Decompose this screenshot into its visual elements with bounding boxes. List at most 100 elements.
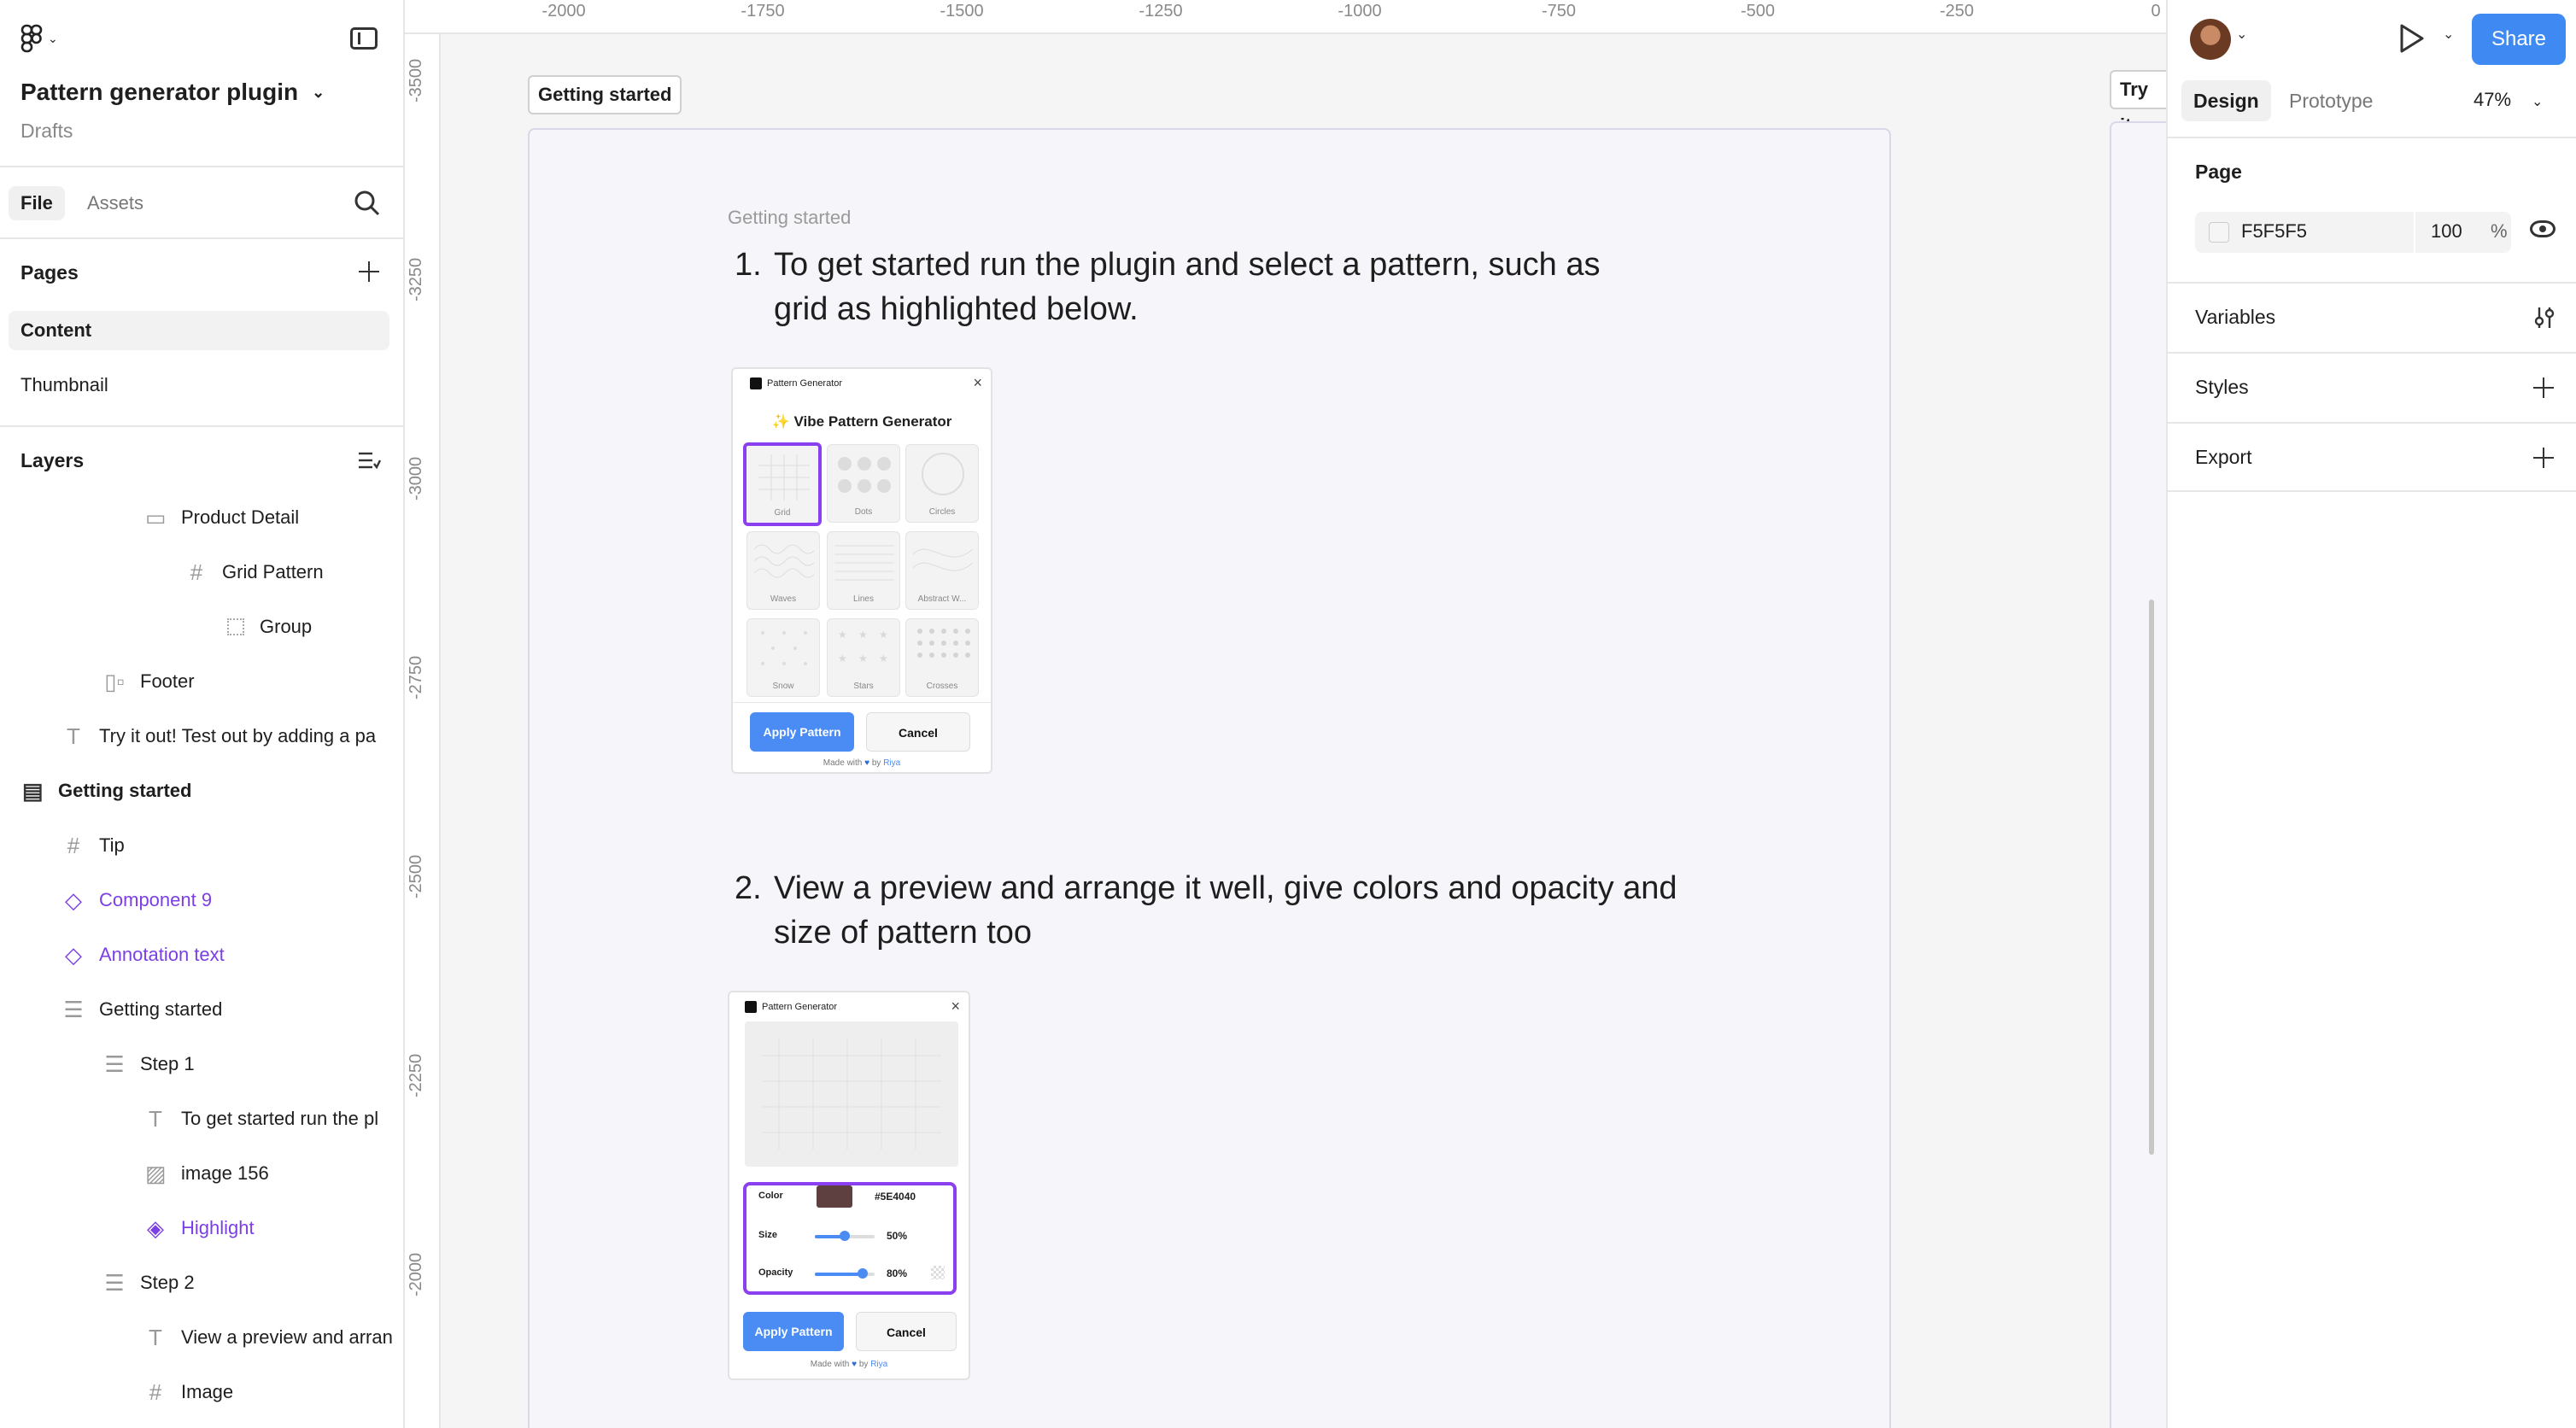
layer-label: Getting started [58, 780, 192, 801]
apply-pattern-button: Apply Pattern [750, 712, 854, 752]
try-it-frame[interactable] [2110, 121, 2166, 1428]
main-menu-button[interactable]: ⌄ [20, 24, 68, 53]
project-location[interactable]: Drafts [20, 120, 73, 143]
svg-text:★: ★ [838, 653, 847, 664]
tab-assets[interactable]: Assets [75, 186, 155, 220]
divider [2414, 212, 2415, 253]
layer-grid-pattern[interactable]: # Grid Pattern [186, 555, 324, 589]
layer-highlight[interactable]: ◈ Highlight [145, 1211, 255, 1245]
ruler-tick: 0 [2151, 2, 2161, 20]
add-style-icon[interactable] [2532, 376, 2556, 400]
ruler-tick: -250 [1939, 2, 1975, 20]
variables-sliders-icon[interactable] [2533, 306, 2556, 330]
layer-getting-started-section[interactable]: ▤ Getting started [22, 774, 191, 808]
footer-brand: Riya [870, 1360, 888, 1369]
pattern-label: Stars [853, 682, 874, 691]
page-color-hex[interactable]: F5F5F5 [2241, 220, 2307, 243]
tab-file[interactable]: File [9, 186, 65, 220]
layers-heading: Layers [20, 449, 85, 471]
layer-step2-text[interactable]: T View a preview and arran [145, 1320, 393, 1355]
frame-icon: # [149, 1379, 162, 1405]
page-color-field[interactable]: F5F5F5 100 % [2195, 212, 2511, 253]
share-button[interactable]: Share [2472, 14, 2566, 65]
layer-label: Tip [99, 834, 125, 856]
step-1-line-2: grid as highlighted below. [774, 291, 1139, 327]
autolayout-icon: ☰ [104, 1051, 125, 1077]
layer-step1-text[interactable]: T To get started run the pl [145, 1102, 378, 1136]
layer-label: Getting started [99, 998, 223, 1020]
abstract-waves-pattern-icon [913, 548, 973, 571]
ruler-tick: -500 [1740, 2, 1776, 20]
layer-annotation-text[interactable]: ◇ Annotation text [63, 938, 225, 972]
page-color-swatch[interactable] [2209, 222, 2229, 243]
toggle-sidebar-icon[interactable] [350, 27, 378, 50]
component-icon: ◇ [65, 942, 82, 968]
variables-section[interactable]: Variables [2168, 282, 2576, 352]
page-opacity[interactable]: 100 [2431, 220, 2462, 243]
pattern-label: Waves [770, 594, 797, 604]
footer-text: Made with [810, 1360, 850, 1369]
project-title[interactable]: Pattern generator plugin ⌄ [20, 79, 325, 106]
chevron-down-icon[interactable]: ⌄ [2236, 26, 2247, 43]
layer-getting-started[interactable]: ☰ Getting started [63, 992, 222, 1027]
layer-group[interactable]: Group [227, 610, 312, 644]
controls-highlight: Color #5E4040 Size 50% Opacity 80% [743, 1182, 957, 1295]
layer-try-it-out-text[interactable]: T Try it out! Test out by adding a pa [63, 719, 376, 753]
canvas[interactable]: Getting started Try it Getting started 1… [442, 36, 2166, 1428]
present-play-icon[interactable] [2397, 22, 2426, 55]
layer-image-156[interactable]: ▨ image 156 [145, 1156, 269, 1191]
layer-label: Product Detail [181, 506, 300, 528]
pattern-label: Abstract W... [917, 594, 967, 604]
layer-label: Grid Pattern [222, 561, 324, 582]
ruler-tick: -2000 [407, 1252, 425, 1296]
frame-label-getting-started[interactable]: Getting started [528, 75, 682, 114]
file-assets-tabs: File Assets [0, 167, 403, 239]
footer-text: Made with [823, 758, 863, 768]
page-item-thumbnail[interactable]: Thumbnail [9, 366, 389, 405]
layer-footer[interactable]: ▯▫ Footer [104, 664, 194, 699]
pattern-tile-lines: Lines [827, 531, 900, 610]
color-hex-value: #5E4040 [875, 1191, 916, 1203]
plugin-window-title: Pattern Generator [745, 1001, 837, 1013]
opacity-slider-knob [858, 1268, 868, 1279]
styles-section[interactable]: Styles [2168, 352, 2576, 422]
footer-by: by [858, 1360, 869, 1369]
page-item-content[interactable]: Content [9, 311, 389, 350]
layer-product-detail[interactable]: ▭ Product Detail [145, 500, 299, 535]
plugin-footer: Made with ♥ by Riya [729, 1360, 969, 1369]
autolayout-icon: ▯▫ [104, 669, 125, 694]
layer-tip[interactable]: # Tip [63, 828, 125, 863]
tab-prototype[interactable]: Prototype [2277, 80, 2385, 121]
add-page-icon[interactable] [357, 260, 381, 284]
plugin-screenshot-preview[interactable]: Pattern Generator × Color #5E4040 Size 5… [728, 991, 970, 1380]
layer-step-1[interactable]: ☰ Step 1 [104, 1047, 194, 1081]
plugin-screenshot-pattern-select[interactable]: Pattern Generator × ✨ Vibe Pattern Gener… [731, 367, 992, 774]
search-icon[interactable] [352, 188, 383, 219]
canvas-scrollbar[interactable] [2149, 600, 2154, 1155]
layer-component-9[interactable]: ◇ Component 9 [63, 883, 212, 917]
zoom-level[interactable]: 47% ⌄ [2474, 89, 2543, 111]
add-export-icon[interactable] [2532, 446, 2556, 470]
layer-label: Group [260, 616, 313, 637]
step-1-text[interactable]: 1. To get started run the plugin and sel… [735, 243, 1759, 331]
svg-text:★: ★ [858, 629, 868, 641]
left-panel: ⌄ Pattern generator plugin ⌄ Drafts File… [0, 0, 405, 1428]
plugin-logo-icon [750, 377, 762, 389]
chevron-down-icon[interactable]: ⌄ [2443, 26, 2454, 43]
step-2-text[interactable]: 2. View a preview and arrange it well, g… [735, 866, 1759, 955]
color-label: Color [758, 1191, 783, 1201]
layer-step-2[interactable]: ☰ Step 2 [104, 1266, 194, 1300]
frame-label-try-it[interactable]: Try it [2110, 70, 2166, 136]
layers-collapse-icon[interactable] [357, 449, 381, 471]
step-1-number: 1. [735, 247, 762, 283]
heart-icon: ♥ [864, 758, 870, 768]
snow-pattern-icon [761, 631, 807, 665]
layer-image[interactable]: # Image [145, 1375, 233, 1409]
tab-design[interactable]: Design [2181, 80, 2271, 121]
avatar[interactable] [2190, 19, 2231, 60]
opacity-slider [815, 1268, 875, 1279]
layer-label: Component 9 [99, 889, 213, 910]
export-section[interactable]: Export [2168, 422, 2576, 492]
layer-label: View a preview and arran [181, 1326, 393, 1348]
visibility-eye-icon[interactable] [2530, 220, 2556, 237]
